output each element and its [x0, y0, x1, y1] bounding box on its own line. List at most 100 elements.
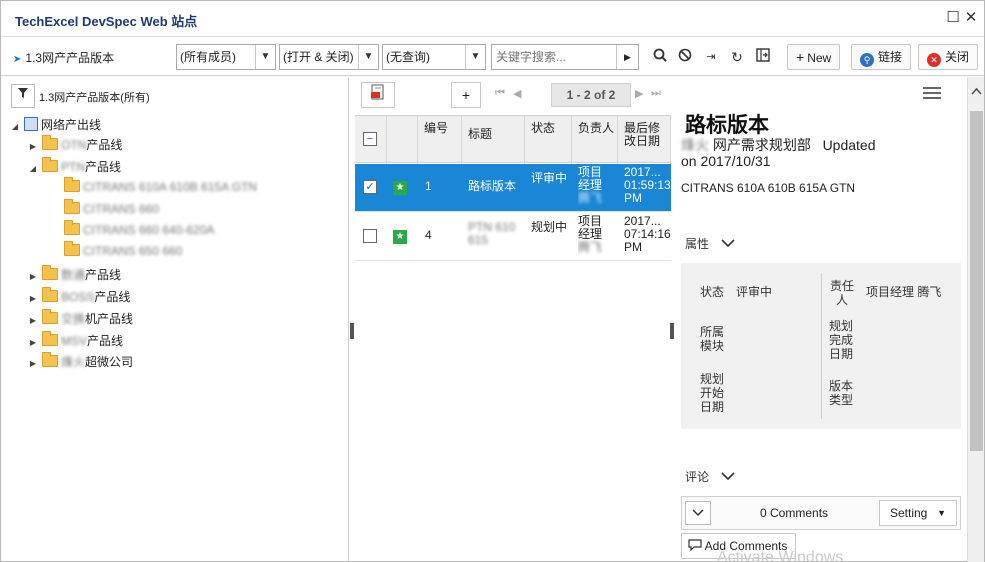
search-go-icon[interactable]: ▶ — [616, 45, 638, 69]
tree-item-label: CITRANS 660 — [83, 202, 160, 216]
tree-item-label: 产品线 — [87, 334, 124, 348]
setting-dropdown[interactable]: Setting ▼ — [879, 500, 957, 526]
close-button-label: 关闭 — [945, 50, 970, 64]
link-icon: ⚲ — [860, 53, 874, 67]
search-icon[interactable] — [648, 44, 672, 70]
tree-item-blurred: 数通 — [61, 268, 86, 282]
tree-item[interactable]: ▶ OTN产品线 — [27, 135, 122, 155]
folder-icon — [64, 199, 80, 214]
right-splitter-handle[interactable] — [670, 323, 674, 339]
add-item-button[interactable]: + — [451, 82, 481, 108]
tree-filter-text: 1.3网产产品版本(所有) — [39, 92, 150, 104]
list-pane: + ⏮ ◀ 1 - 2 of 2 ▶ ⏭ − 编号 标题 状态 负责人 最后修改… — [355, 77, 671, 562]
header-icon-col — [387, 116, 418, 164]
members-select[interactable]: (所有成员) ▼ — [176, 44, 276, 70]
header-id[interactable]: 编号 — [418, 116, 462, 164]
tree-item[interactable]: CITRANS 660 640-620A — [61, 220, 214, 240]
tree-item[interactable]: ▶ 数通产品线 — [27, 265, 121, 285]
meta-blurred: 烽火 — [681, 137, 709, 153]
window-title: TechExcel DevSpec Web 站点 — [15, 14, 198, 29]
detail-meta: 烽火 网产需求规划部 Updated on 2017/10/31 — [681, 137, 921, 169]
chevron-down-icon: ▼ — [255, 45, 275, 69]
comments-section-toggle[interactable]: 评论 — [685, 468, 735, 485]
tree-item-label: CITRANS 660 640-620A — [83, 223, 215, 237]
chevron-down-icon: ▼ — [358, 45, 378, 69]
expand-comments-icon[interactable] — [685, 501, 711, 525]
props-divider — [821, 273, 822, 419]
new-button[interactable]: + New — [787, 44, 841, 70]
prop-module-label: 所属模块 — [700, 325, 725, 353]
left-splitter-handle[interactable] — [350, 323, 354, 339]
export-icon[interactable]: ⇥ — [699, 44, 723, 70]
tree-item[interactable]: CITRANS 660 — [61, 199, 159, 219]
prop-owner-label: 责任人 — [829, 279, 854, 307]
tree-root[interactable]: ◢ 网络产出线 — [9, 115, 101, 135]
attributes-section-label: 属性 — [685, 237, 710, 251]
tree-item[interactable]: CITRANS 610A 610B 615A GTN — [61, 177, 257, 197]
collapse-icon[interactable]: ◢ — [9, 117, 21, 137]
filter-icon[interactable] — [11, 84, 35, 108]
breadcrumb[interactable]: ➤ 1.3网产产品版本 — [13, 49, 114, 66]
refresh-icon[interactable]: ↻ — [725, 44, 749, 70]
list-toolbar: + ⏮ ◀ 1 - 2 of 2 ▶ ⏭ — [355, 77, 671, 113]
expand-icon[interactable]: ▶ — [27, 354, 39, 374]
pdf-report-icon[interactable] — [361, 82, 395, 108]
expand-icon[interactable]: ▶ — [27, 289, 39, 309]
tree-item[interactable]: ▶ 交换机产品线 — [27, 309, 133, 329]
tree-item[interactable]: ▶ BOSS产品线 — [27, 287, 130, 307]
scroll-up-icon[interactable] — [971, 87, 982, 98]
network-icon — [24, 117, 38, 131]
table-row[interactable]: ✓ ★ 1 路标版本 评审中 项目经理 腾飞 2017... 01:59:13 P… — [355, 164, 671, 212]
menu-icon[interactable] — [923, 87, 941, 101]
tree-item-blurred: BOSS — [61, 290, 95, 304]
prev-page-icon[interactable]: ◀ — [513, 87, 521, 100]
layout-icon[interactable] — [751, 44, 775, 70]
caret-down-icon: ▼ — [937, 508, 946, 518]
tree-item-blurred: 交换 — [61, 312, 86, 326]
next-page-icon[interactable]: ▶ — [635, 87, 643, 100]
tree-pane: 1.3网产产品版本(所有) ◢ 网络产出线 ▶ OTN产品线 ◢ PTN产品线 CIT… — [1, 77, 349, 562]
tree-item[interactable]: ◢ PTN产品线 — [27, 157, 121, 177]
tree-item-label: 产品线 — [94, 290, 131, 304]
close-icon[interactable]: ✕ — [962, 9, 980, 27]
row-owner-name: 项目经理 — [578, 215, 603, 241]
row-title[interactable]: PTN 610 615 — [468, 221, 520, 269]
header-status[interactable]: 状态 — [525, 116, 572, 164]
maximize-icon[interactable]: ☐ — [944, 9, 962, 27]
search-input[interactable] — [492, 45, 616, 69]
row-checkbox[interactable]: ✓ — [363, 180, 377, 194]
tree-item[interactable]: ▶ 烽火超微公司 — [27, 352, 133, 372]
first-page-icon[interactable]: ⏮ — [495, 87, 505, 100]
status-select[interactable]: (打开 & 关闭) ▼ — [279, 44, 379, 70]
header-select-all[interactable]: − — [355, 116, 387, 164]
row-modified: 2017... 07:14:16 PM — [624, 215, 671, 263]
collapse-icon[interactable]: ◢ — [27, 159, 39, 179]
query-select[interactable]: (无查询) ▼ — [382, 44, 486, 70]
tree-item[interactable]: CITRANS 650 660 — [61, 241, 182, 261]
new-button-label: New — [807, 51, 832, 65]
detail-description: CITRANS 610A 610B 615A GTN — [681, 181, 856, 195]
last-page-icon[interactable]: ⏭ — [651, 87, 661, 100]
select-all-checkbox[interactable]: − — [363, 132, 377, 146]
table-row[interactable]: ★ 4 PTN 610 615 规划中 项目经理 腾飞 2017... 07:14… — [355, 213, 671, 261]
chevron-down-icon — [721, 470, 735, 484]
row-owner: 项目经理 腾飞 — [578, 166, 606, 214]
tree-item[interactable]: ▶ MSV产品线 — [27, 331, 123, 351]
clear-filter-icon[interactable] — [673, 44, 697, 70]
expand-icon[interactable]: ▶ — [27, 333, 39, 353]
header-title[interactable]: 标题 — [462, 116, 525, 164]
header-owner[interactable]: 负责人 — [572, 116, 618, 164]
chevron-down-icon — [721, 237, 735, 251]
expand-icon[interactable]: ▶ — [27, 267, 39, 287]
attributes-section-toggle[interactable]: 属性 — [685, 235, 735, 252]
expand-icon[interactable]: ▶ — [27, 137, 39, 157]
header-modified[interactable]: 最后修改日期 — [618, 116, 671, 164]
close-button[interactable]: ✕ 关闭 — [918, 44, 979, 70]
expand-icon[interactable]: ▶ — [27, 311, 39, 331]
scrollbar-thumb[interactable] — [970, 111, 983, 451]
detail-scrollbar[interactable] — [967, 77, 984, 562]
prop-status-label: 状态 — [700, 285, 725, 299]
link-button[interactable]: ⚲ 链接 — [851, 44, 912, 70]
meta-dept: 网产需求规划部 — [712, 137, 811, 153]
row-checkbox[interactable] — [363, 229, 377, 243]
